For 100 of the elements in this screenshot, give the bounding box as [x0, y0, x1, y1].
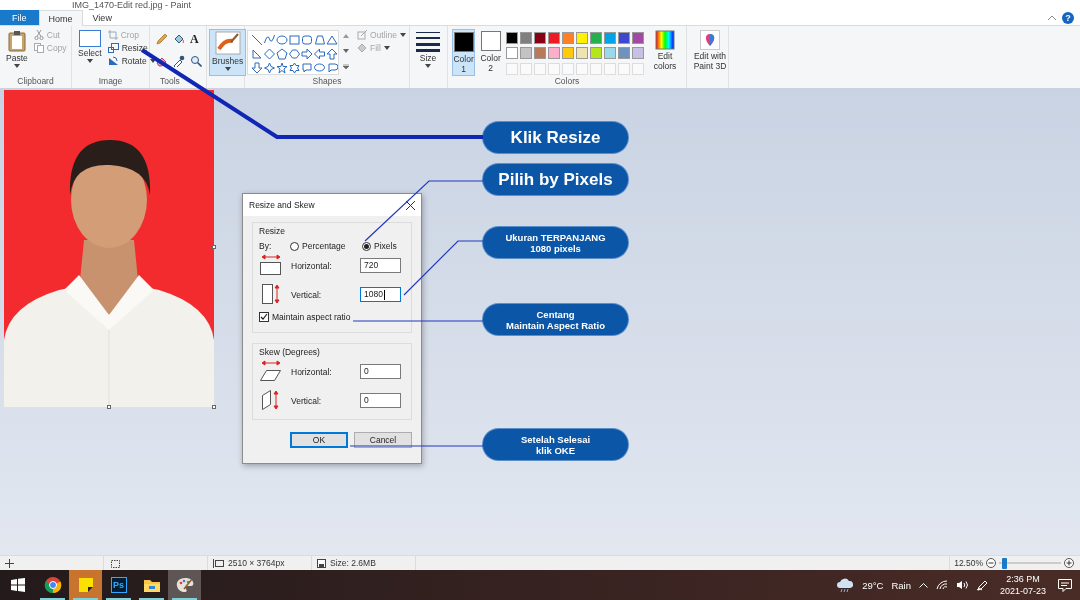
skew-horizontal-icon: [259, 359, 283, 382]
resize-handle[interactable]: [212, 245, 216, 249]
pencil-icon[interactable]: [156, 33, 168, 45]
brushes-button[interactable]: Brushes: [209, 29, 247, 76]
selection-icon: [78, 30, 101, 47]
chevron-up-icon[interactable]: [918, 582, 928, 588]
sticky-note-icon[interactable]: [77, 577, 94, 593]
folder-icon[interactable]: [142, 577, 161, 593]
empty-swatch[interactable]: [576, 62, 588, 75]
weather-condition: Rain: [891, 579, 911, 591]
color-swatch[interactable]: [576, 32, 588, 44]
color-swatch[interactable]: [632, 32, 644, 44]
empty-swatch[interactable]: [520, 62, 532, 75]
edit-colors-button[interactable]: Edit colors: [648, 29, 682, 76]
zoom-out-button[interactable]: [986, 558, 996, 568]
group-label: Clipboard: [16, 76, 55, 88]
resize-handle[interactable]: [212, 405, 216, 409]
empty-swatch[interactable]: [548, 62, 560, 75]
callout-label: Ukuran TERPANJANG 1080 pixels: [483, 227, 628, 258]
notification-icon[interactable]: [1058, 578, 1072, 592]
color-swatch[interactable]: [576, 47, 588, 60]
size-button[interactable]: Size: [414, 29, 442, 76]
group-label: Tools: [159, 76, 181, 88]
magnifier-icon[interactable]: [190, 54, 202, 67]
selection-size-icon: [109, 558, 120, 568]
horizontal-field[interactable]: 0: [360, 364, 401, 379]
help-button[interactable]: ?: [1062, 11, 1074, 24]
width-icon: [259, 253, 283, 276]
color-swatch[interactable]: [618, 32, 630, 44]
palette-icon[interactable]: [175, 577, 194, 593]
gallery-more-icon[interactable]: [343, 63, 349, 69]
paste-button[interactable]: Paste: [4, 29, 30, 76]
rotate-button[interactable]: Rotate: [107, 56, 156, 66]
ribbon-tab[interactable]: View: [82, 10, 122, 25]
color-swatch[interactable]: [520, 32, 532, 44]
scroll-down-icon[interactable]: [343, 49, 349, 53]
field-label: Horizontal:: [290, 260, 333, 271]
scroll-up-icon[interactable]: [343, 34, 349, 39]
pen-icon[interactable]: [975, 579, 988, 591]
horizontal-field[interactable]: 720: [360, 258, 401, 273]
ok-button[interactable]: OK: [290, 432, 348, 448]
color-swatch[interactable]: [590, 47, 602, 60]
by-label: By:: [259, 241, 273, 251]
color-swatch[interactable]: [632, 47, 644, 60]
color-swatch[interactable]: [548, 32, 560, 44]
vertical-field[interactable]: 1080: [360, 287, 401, 302]
color-picker-icon[interactable]: [173, 54, 185, 67]
text-tool[interactable]: A: [190, 33, 204, 51]
color-swatch[interactable]: [548, 47, 560, 60]
photoshop-icon[interactable]: Ps: [110, 577, 127, 593]
resize-icon: [107, 43, 119, 53]
collapse-icon[interactable]: [1048, 15, 1056, 20]
callout-label: Klik Resize: [483, 122, 628, 153]
empty-swatch[interactable]: [562, 62, 574, 75]
chrome-icon[interactable]: [43, 576, 62, 594]
speaker-icon[interactable]: [955, 580, 968, 590]
zoom-in-button[interactable]: [1064, 558, 1074, 568]
resize-button[interactable]: Resize: [107, 43, 156, 53]
empty-swatch[interactable]: [618, 62, 630, 75]
color-swatch[interactable]: [562, 47, 574, 60]
radio-option[interactable]: Percentage: [290, 241, 362, 251]
line-width-icon: [416, 30, 440, 52]
ribbon-tab[interactable]: Home: [38, 10, 83, 26]
resize-handle[interactable]: [107, 405, 111, 409]
aspect-ratio-checkbox[interactable]: Maintain aspect ratio: [259, 312, 405, 322]
color-swatch[interactable]: [618, 47, 630, 60]
fill-bucket-icon[interactable]: [173, 33, 185, 45]
empty-swatch[interactable]: [506, 62, 518, 75]
brush-icon: [214, 31, 241, 55]
ribbon-tab[interactable]: File: [0, 10, 39, 25]
color-swatch[interactable]: [590, 32, 602, 44]
color-swatch[interactable]: [506, 47, 518, 60]
shapes-gallery[interactable]: [247, 30, 339, 75]
zoom-slider[interactable]: [999, 557, 1061, 569]
group-label: Colors: [553, 76, 581, 88]
empty-swatch[interactable]: [590, 62, 602, 75]
select-button[interactable]: Select: [76, 29, 104, 76]
vertical-field[interactable]: 0: [360, 393, 401, 408]
paint-3d-button[interactable]: Edit with Paint 3D: [688, 29, 732, 76]
color-swatch[interactable]: [562, 32, 574, 44]
color-swatch[interactable]: [534, 47, 546, 60]
empty-swatch[interactable]: [604, 62, 616, 75]
checkmark-icon: [260, 313, 268, 321]
rotate-icon: [107, 56, 119, 66]
color-swatch[interactable]: [604, 47, 616, 60]
color-swatch[interactable]: [520, 47, 532, 60]
slider-thumb[interactable]: [1001, 557, 1007, 569]
color-swatch[interactable]: [506, 32, 518, 44]
color-1-button[interactable]: Color 1: [452, 29, 476, 76]
color-2-button[interactable]: Color 2: [479, 29, 502, 76]
weather-temperature: 29°C: [862, 579, 884, 591]
color-swatch[interactable]: [534, 32, 546, 44]
empty-swatch[interactable]: [632, 62, 644, 75]
empty-swatch[interactable]: [534, 62, 546, 75]
windows-start-icon[interactable]: [11, 578, 25, 592]
wifi-icon[interactable]: [935, 580, 948, 590]
radio-option[interactable]: Pixels: [362, 241, 402, 251]
clock[interactable]: 2:36 PM 2021-07-23: [995, 573, 1050, 597]
color-swatch[interactable]: [604, 32, 616, 44]
close-icon[interactable]: [406, 200, 415, 210]
